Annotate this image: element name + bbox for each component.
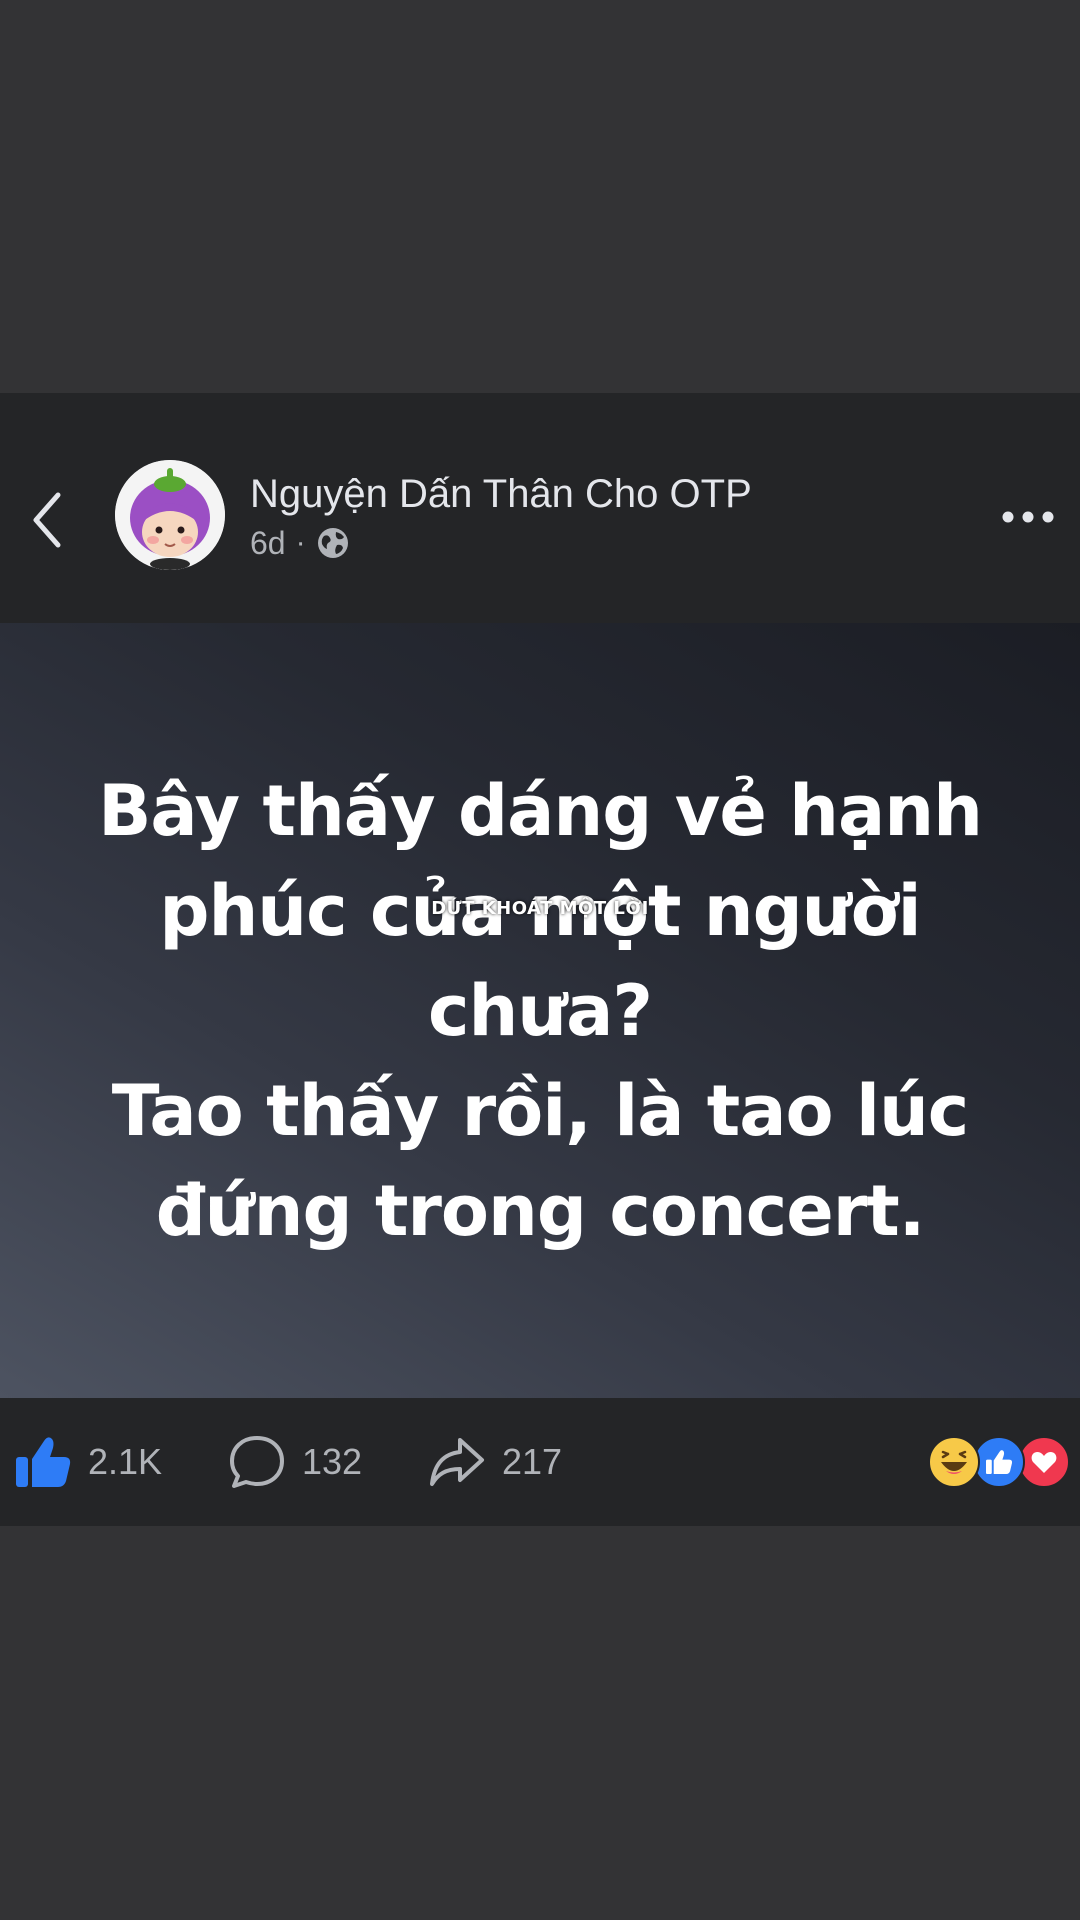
action-bar: 2.1K 132 217 [0, 1398, 1080, 1526]
eggplant-character-icon [115, 460, 225, 570]
more-options-button[interactable] [998, 497, 1058, 537]
status-card: Bây thấy dáng vẻ hạnh phúc của một người… [0, 623, 1080, 1398]
status-text: Bây thấy dáng vẻ hạnh phúc của một người… [98, 769, 983, 1252]
author-name[interactable]: Nguyện Dấn Thân Cho OTP [250, 469, 752, 519]
share-icon [430, 1438, 484, 1486]
globe-icon [316, 526, 350, 560]
love-reaction-icon [1018, 1436, 1070, 1488]
author-avatar[interactable] [115, 460, 225, 570]
meta-separator: · [295, 526, 306, 559]
top-background [0, 0, 1080, 393]
post-meta: 6d · [250, 521, 350, 565]
like-count: 2.1K [88, 1441, 163, 1482]
comment-icon [230, 1436, 284, 1488]
share-count: 217 [502, 1441, 563, 1482]
chevron-left-icon [33, 492, 61, 548]
reactions-summary[interactable] [928, 1436, 1070, 1488]
haha-reaction-icon [928, 1436, 980, 1488]
like-button[interactable]: 2.1K [14, 1398, 162, 1526]
comment-count: 132 [302, 1441, 363, 1482]
like-reaction-icon [973, 1436, 1025, 1488]
overlay-caption: DỨT KHOÁT MỘT LỜI [431, 898, 649, 919]
back-button[interactable] [22, 485, 72, 555]
thumbs-up-icon [16, 1437, 71, 1487]
post-time[interactable]: 6d [250, 525, 286, 562]
more-horizontal-icon [1002, 511, 1054, 523]
bottom-background [0, 1526, 1080, 1920]
post-header: Nguyện Dấn Thân Cho OTP 6d · [0, 393, 1080, 623]
share-button[interactable]: 217 [428, 1398, 562, 1526]
comment-button[interactable]: 132 [228, 1398, 362, 1526]
